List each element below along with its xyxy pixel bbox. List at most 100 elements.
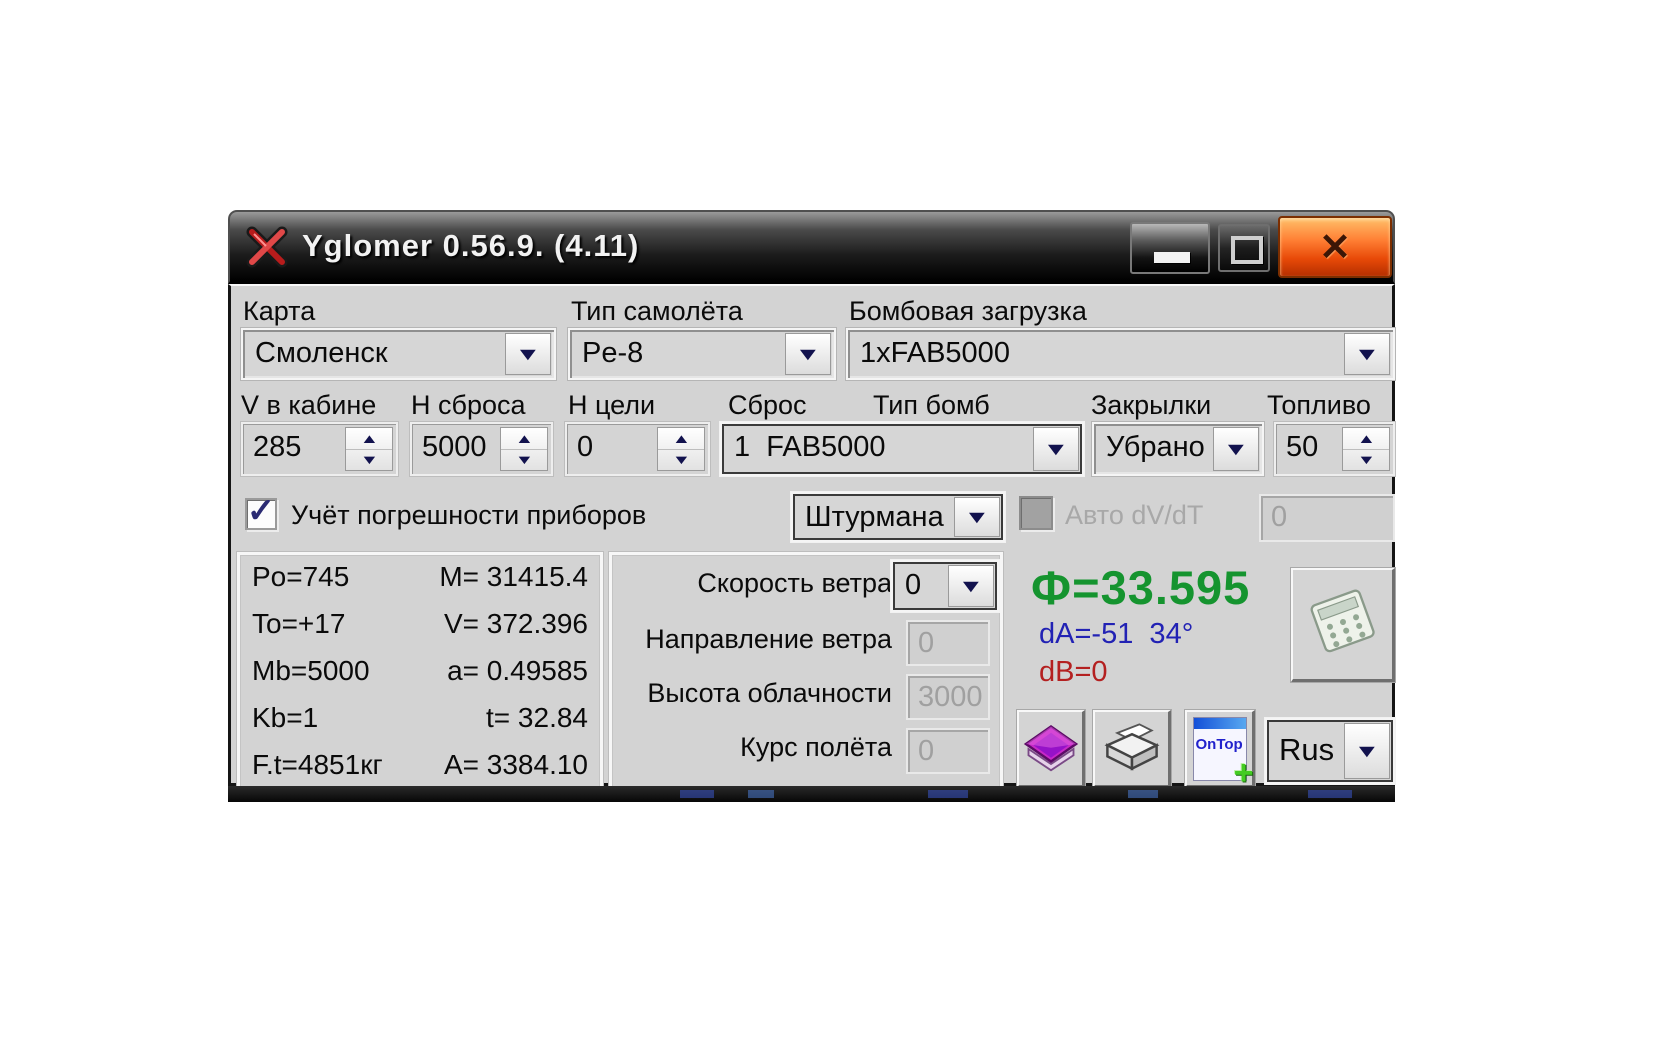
h-drop-label: Н сброса: [411, 390, 526, 420]
course-field: 0: [906, 728, 990, 774]
language-dropdown-arrow-icon[interactable]: ▼: [1344, 723, 1390, 779]
result-row: Mb=5000 a= 0.49585: [244, 655, 596, 687]
maximize-button[interactable]: [1218, 224, 1270, 272]
app-icon: [244, 224, 290, 270]
bomb-type-label: Тип бомб: [873, 390, 990, 420]
bomb-type-dropdown-arrow-icon[interactable]: ▼: [1033, 427, 1079, 471]
result-row: F.t=4851кг A= 3384.10: [244, 749, 596, 781]
h-target-spinner[interactable]: 0 ▲ ▼: [565, 422, 710, 476]
h-target-label: Н цели: [568, 390, 656, 420]
fuel-spin-up-button[interactable]: ▲: [1343, 428, 1389, 450]
flaps-select[interactable]: Убрано ▼: [1092, 422, 1264, 476]
instrument-error-label: Учёт погрешности приборов: [291, 500, 647, 530]
calculate-button[interactable]: [1291, 568, 1395, 682]
bombload-dropdown-arrow-icon[interactable]: ▼: [1344, 333, 1390, 375]
result-row: Po=745 M= 31415.4: [244, 561, 596, 593]
h-drop-spin-up-button[interactable]: ▲: [501, 428, 547, 450]
db-output: dB=0: [1039, 656, 1108, 688]
language-value: Rus: [1279, 732, 1335, 767]
minimize-button[interactable]: [1130, 222, 1210, 274]
h-target-spin-up-button[interactable]: ▲: [658, 428, 704, 450]
fuel-spinner[interactable]: 50 ▲ ▼: [1274, 422, 1395, 476]
aircraft-label: Тип самолёта: [571, 296, 743, 326]
minimize-icon: [1154, 252, 1190, 263]
book-icon: [1021, 719, 1081, 779]
bottom-artifacts: [748, 790, 774, 798]
crew-position-value: Штурмана: [805, 501, 944, 533]
cloud-height-field: 3000: [906, 674, 990, 720]
map-select-value: Смоленск: [255, 337, 388, 369]
crew-dropdown-arrow-icon[interactable]: ▼: [954, 497, 1000, 537]
flaps-select-value: Убрано: [1106, 431, 1205, 463]
v-cabin-label: V в кабине: [241, 390, 377, 420]
da-output: dA=-51 34°: [1039, 618, 1194, 650]
map-label: Карта: [243, 296, 316, 326]
wind-speed-value: 0: [905, 569, 922, 601]
result-param: Mb=5000: [252, 655, 370, 686]
instrument-error-checkbox[interactable]: ✓: [245, 492, 277, 530]
bottom-artifacts: [1128, 790, 1158, 798]
result-value: V= 372.396: [443, 608, 588, 639]
bombload-select[interactable]: 1xFAB5000 ▼: [846, 328, 1395, 380]
flaps-dropdown-arrow-icon[interactable]: ▼: [1213, 427, 1259, 471]
print-button[interactable]: [1093, 710, 1171, 788]
result-value: a= 0.49585: [447, 655, 588, 686]
fuel-spin-down-button[interactable]: ▼: [1343, 450, 1389, 471]
h-drop-value: 5000: [422, 431, 487, 463]
v-cabin-spin-down-button[interactable]: ▼: [346, 450, 392, 471]
log-book-button[interactable]: [1017, 710, 1085, 788]
window-body: Карта Тип самолёта Бомбовая загрузка Смо…: [228, 284, 1395, 790]
window-bottom-edge: [228, 786, 1395, 802]
wind-speed-select[interactable]: 0 ▼: [891, 560, 999, 612]
crew-position-select[interactable]: Штурмана ▼: [791, 492, 1005, 542]
course-label: Курс полёта: [740, 732, 892, 762]
auto-dvdt-checkbox: [1019, 496, 1053, 530]
app-window: Yglomer 0.56.9. (4.11) ✕ Карта Тип самол…: [228, 210, 1395, 802]
results-panel: Po=745 M= 31415.4 To=+17 V= 372.396 Mb=5…: [237, 552, 603, 790]
result-row: Kb=1 t= 32.84: [244, 702, 596, 734]
result-param: Po=745: [252, 561, 350, 592]
wind-direction-field: 0: [906, 620, 990, 666]
aircraft-select-value: Pe-8: [582, 337, 644, 369]
check-icon: ✓: [246, 492, 276, 530]
phi-output: Ф=33.595: [1031, 561, 1251, 614]
aircraft-select[interactable]: Pe-8 ▼: [568, 328, 836, 380]
v-cabin-spinner[interactable]: 285 ▲ ▼: [241, 422, 398, 476]
close-button[interactable]: ✕: [1278, 216, 1392, 278]
result-param: To=+17: [252, 608, 346, 639]
printer-icon: [1100, 718, 1164, 780]
result-param: F.t=4851кг: [252, 749, 383, 780]
result-param: Kb=1: [252, 702, 319, 733]
wind-speed-dropdown-arrow-icon[interactable]: ▼: [948, 565, 994, 607]
maximize-icon: [1231, 236, 1263, 264]
wind-speed-label: Скорость ветра: [697, 568, 892, 598]
close-icon: ✕: [1319, 226, 1351, 269]
bomb-type-select-value: 1 FAB5000: [734, 431, 886, 463]
bomb-type-select[interactable]: 1 FAB5000 ▼: [720, 422, 1084, 476]
h-drop-spin-down-button[interactable]: ▼: [501, 450, 547, 471]
h-target-spin-down-button[interactable]: ▼: [658, 450, 704, 471]
auto-dvdt-label: Авто dV/dT: [1065, 500, 1204, 530]
desktop: { "window": { "title": "Yglomer 0.56.9. …: [0, 0, 1680, 1050]
fuel-value: 50: [1286, 431, 1319, 463]
map-dropdown-arrow-icon[interactable]: ▼: [505, 333, 551, 375]
bottom-artifacts: [680, 790, 714, 798]
result-value: t= 32.84: [486, 702, 588, 733]
aircraft-dropdown-arrow-icon[interactable]: ▼: [785, 333, 831, 375]
language-select[interactable]: Rus ▼: [1265, 718, 1395, 784]
window-titlebar[interactable]: Yglomer 0.56.9. (4.11) ✕: [228, 210, 1395, 284]
result-value: M= 31415.4: [439, 561, 588, 592]
flaps-label: Закрылки: [1091, 390, 1212, 420]
bombload-label: Бомбовая загрузка: [849, 296, 1087, 326]
h-target-value: 0: [577, 431, 594, 463]
h-drop-spinner[interactable]: 5000 ▲ ▼: [410, 422, 553, 476]
wind-direction-label: Направление ветра: [645, 624, 892, 654]
calculator-icon: [1301, 585, 1385, 664]
map-select[interactable]: Смоленск ▼: [241, 328, 556, 380]
window-title: Yglomer 0.56.9. (4.11): [302, 228, 640, 263]
ontop-button[interactable]: OnTop +: [1185, 710, 1255, 790]
result-value: A= 3384.10: [443, 749, 588, 780]
bombload-select-value: 1xFAB5000: [860, 337, 1010, 369]
v-cabin-spin-up-button[interactable]: ▲: [346, 428, 392, 450]
drop-label: Сброс: [728, 390, 807, 420]
